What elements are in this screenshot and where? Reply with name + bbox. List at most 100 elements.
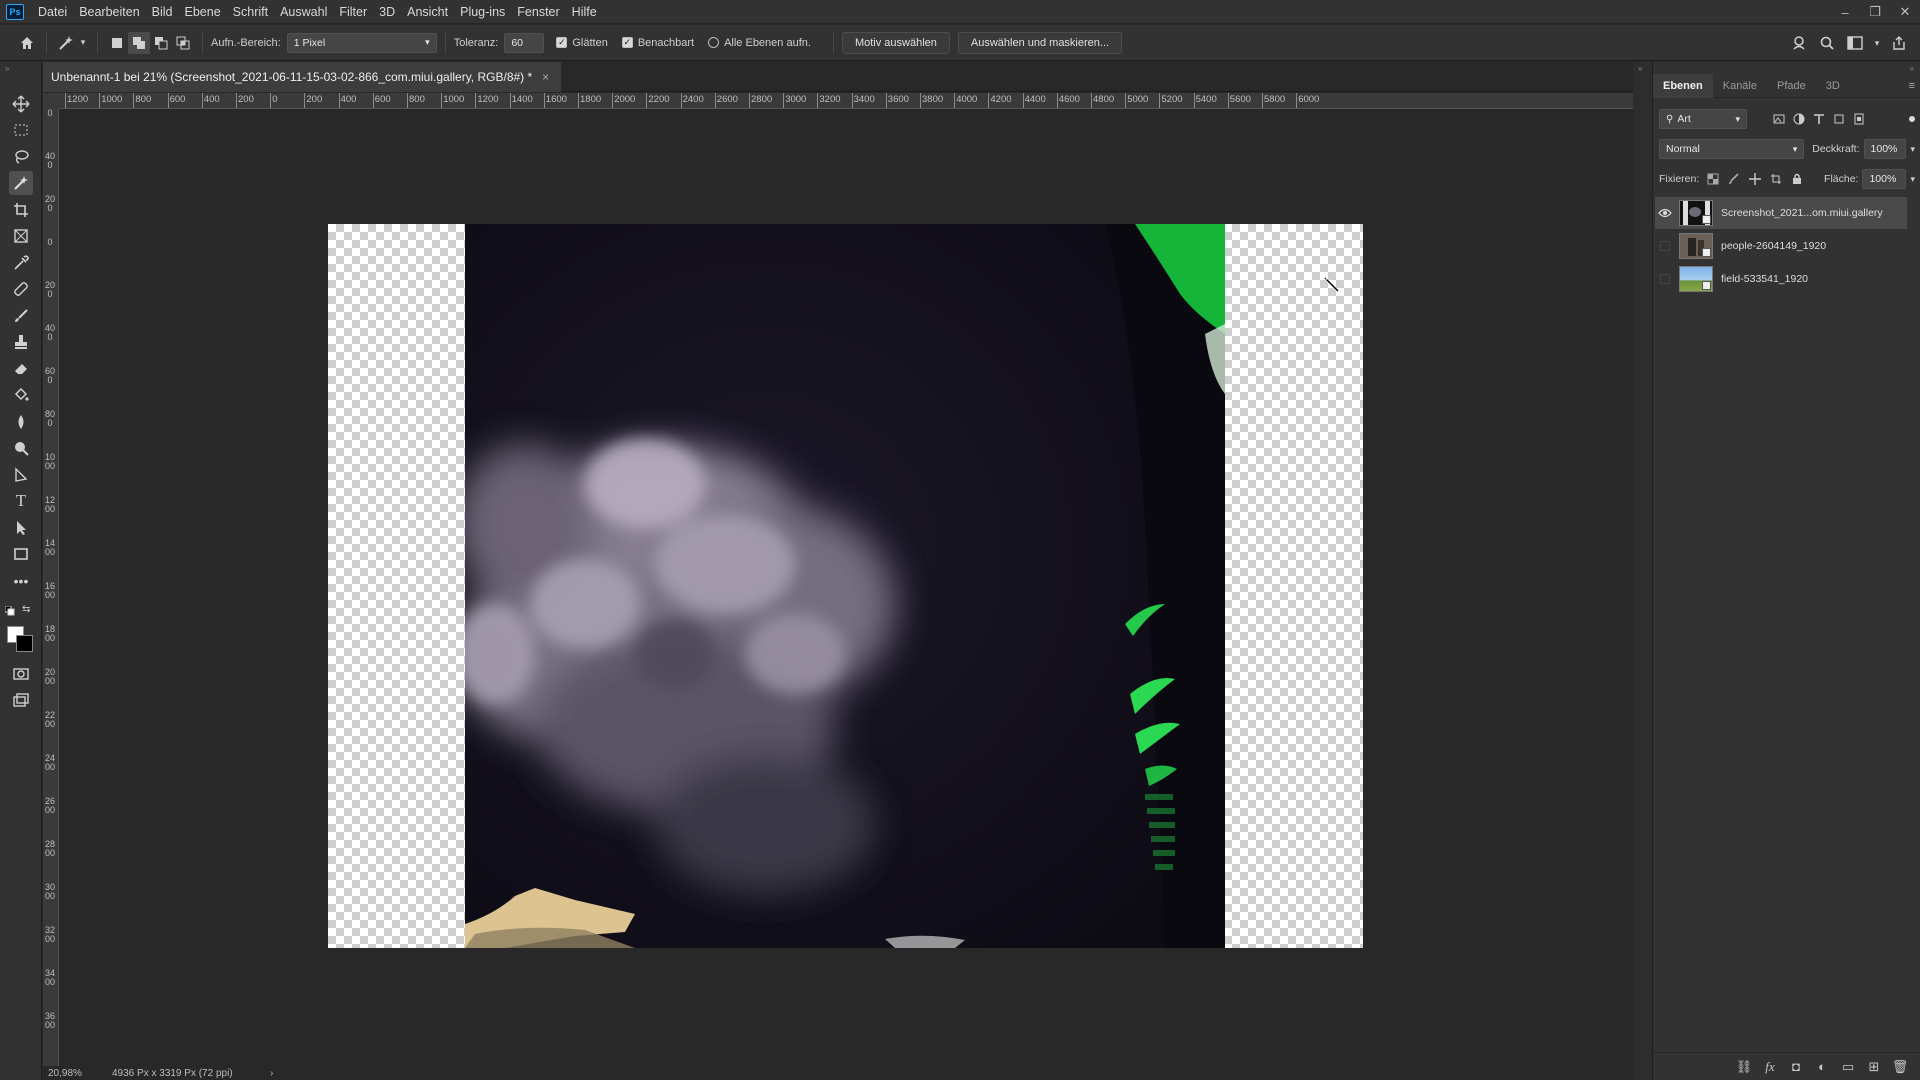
chevron-down-icon[interactable]: ▾ (1872, 32, 1882, 54)
menu-ansicht[interactable]: Ansicht (401, 0, 454, 24)
delete-layer-icon[interactable]: 🗑 (1887, 1059, 1913, 1075)
document-tab[interactable]: Unbenannt-1 bei 21% (Screenshot_2021-06-… (43, 62, 562, 92)
layer-row[interactable]: people-2604149_1920 (1655, 230, 1907, 262)
menu-plugins[interactable]: Plug-ins (454, 0, 511, 24)
menu-datei[interactable]: Datei (32, 0, 73, 24)
ruler-origin[interactable] (43, 93, 59, 109)
dodge-tool-icon[interactable] (9, 436, 33, 460)
lasso-tool-icon[interactable] (9, 145, 33, 169)
workspace-icon[interactable] (1844, 32, 1866, 54)
chevron-down-icon[interactable]: ▾ (77, 32, 89, 54)
new-layer-icon[interactable]: ⊞ (1861, 1059, 1887, 1075)
close-tab-icon[interactable]: × (542, 70, 549, 84)
adjustment-layer-icon[interactable]: ◐ (1809, 1059, 1835, 1074)
move-tool-icon[interactable] (9, 92, 33, 116)
pen-tool-icon[interactable] (9, 463, 33, 487)
restore-button[interactable]: ❐ (1860, 0, 1890, 24)
blur-tool-icon[interactable] (9, 410, 33, 434)
filter-type-icon[interactable] (1813, 113, 1825, 125)
select-and-mask-button[interactable]: Auswählen und maskieren... (957, 31, 1123, 54)
paint-bucket-tool-icon[interactable] (9, 383, 33, 407)
horizontal-ruler[interactable]: 1200 1000 800 600 400 200 0 200 400 600 800 1000 120… (59, 93, 1633, 109)
menu-bild[interactable]: Bild (146, 0, 179, 24)
hidden-eye-icon[interactable] (1655, 263, 1675, 295)
magic-wand-tool-icon[interactable] (9, 171, 33, 195)
sample-all-layers-checkbox[interactable]: Alle Ebenen aufn. (708, 37, 811, 49)
menu-bearbeiten[interactable]: Bearbeiten (73, 0, 145, 24)
path-selection-tool-icon[interactable] (9, 516, 33, 540)
eyedropper-tool-icon[interactable] (9, 251, 33, 275)
layer-row[interactable]: field-533541_1920 (1655, 263, 1907, 295)
vertical-ruler[interactable]: 0 400 200 0 200 400 600 800 1000 1200 1400 1600 1800… (43, 109, 59, 1066)
lock-transparent-pixels-icon[interactable] (1707, 173, 1719, 185)
marquee-tool-icon[interactable] (9, 118, 33, 142)
crop-tool-icon[interactable] (9, 198, 33, 222)
filter-pixel-icon[interactable] (1773, 113, 1785, 125)
tab-ebenen[interactable]: Ebenen (1653, 73, 1713, 98)
layer-filter-select[interactable]: ⚲ Art ▾ (1659, 109, 1747, 129)
home-icon[interactable] (16, 32, 38, 54)
fill-input[interactable]: 100% (1862, 169, 1907, 189)
menu-hilfe[interactable]: Hilfe (566, 0, 603, 24)
panel-menu-icon[interactable]: ≡ (1909, 80, 1915, 92)
quick-mask-icon[interactable] (9, 662, 33, 686)
chevron-down-icon[interactable]: ▾ (1910, 174, 1915, 185)
menu-ebene[interactable]: Ebene (179, 0, 227, 24)
tolerance-input[interactable]: 60 (504, 32, 545, 53)
chevron-down-icon[interactable]: ▾ (1910, 144, 1915, 155)
share-icon[interactable] (1888, 32, 1910, 54)
sample-size-select[interactable]: 1 Pixel ▾ (286, 32, 437, 53)
cloud-docs-icon[interactable] (1788, 32, 1810, 54)
zoom-level[interactable]: 20,98% (48, 1068, 98, 1079)
rectangle-tool-icon[interactable] (9, 542, 33, 566)
filter-smart-object-icon[interactable] (1853, 113, 1865, 125)
filter-adjustment-icon[interactable] (1793, 113, 1805, 125)
layer-style-icon[interactable]: fx (1757, 1059, 1783, 1075)
canvas-area[interactable] (59, 109, 1633, 1066)
collapse-icon[interactable]: » (5, 64, 9, 73)
menu-3d[interactable]: 3D (373, 0, 401, 24)
default-colors-icon[interactable] (4, 605, 15, 616)
layer-row[interactable]: Screenshot_2021...om.miui.gallery (1655, 197, 1907, 229)
eye-icon[interactable] (1655, 197, 1675, 229)
menu-filter[interactable]: Filter (333, 0, 373, 24)
minimize-button[interactable]: – (1830, 0, 1860, 24)
link-layers-icon[interactable]: ⛓ (1731, 1059, 1757, 1075)
lock-image-pixels-icon[interactable] (1728, 173, 1740, 185)
add-mask-icon[interactable]: ◘ (1783, 1059, 1809, 1074)
new-selection-icon[interactable] (106, 32, 128, 54)
magic-wand-preset-icon[interactable] (55, 32, 77, 54)
filter-toggle-icon[interactable] (1909, 116, 1915, 122)
blend-mode-select[interactable]: Normal ▾ (1659, 139, 1805, 159)
hidden-eye-icon[interactable] (1655, 230, 1675, 262)
clone-stamp-tool-icon[interactable] (9, 330, 33, 354)
swap-colors-icon[interactable]: ⇆ (22, 604, 30, 615)
anti-alias-checkbox[interactable]: ✓ Glätten (556, 37, 608, 49)
new-group-icon[interactable]: ▭ (1835, 1059, 1861, 1075)
eraser-tool-icon[interactable] (9, 357, 33, 381)
lock-artboard-icon[interactable] (1770, 173, 1782, 185)
type-tool-icon[interactable]: T (9, 489, 33, 513)
contiguous-checkbox[interactable]: ✓ Benachbart (621, 37, 694, 49)
select-subject-button[interactable]: Motiv auswählen (841, 31, 950, 54)
opacity-input[interactable]: 100% (1863, 139, 1907, 159)
tab-3d[interactable]: 3D (1816, 74, 1850, 98)
document-canvas[interactable] (328, 224, 1363, 948)
intersect-selection-icon[interactable] (172, 32, 194, 54)
tab-kanaele[interactable]: Kanäle (1713, 74, 1767, 98)
healing-brush-tool-icon[interactable] (9, 277, 33, 301)
close-button[interactable]: ✕ (1890, 0, 1920, 24)
collapse-panel-icon[interactable]: » (1910, 64, 1914, 73)
status-menu-arrow-icon[interactable]: › (270, 1068, 273, 1079)
search-icon[interactable] (1816, 32, 1838, 54)
screen-mode-icon[interactable] (9, 689, 33, 713)
menu-schrift[interactable]: Schrift (227, 0, 274, 24)
lock-all-icon[interactable] (1791, 173, 1803, 185)
add-to-selection-icon[interactable] (128, 31, 150, 54)
menu-auswahl[interactable]: Auswahl (274, 0, 333, 24)
lock-position-icon[interactable] (1749, 173, 1762, 185)
filter-shape-icon[interactable] (1833, 113, 1845, 125)
subtract-from-selection-icon[interactable] (150, 32, 172, 54)
background-color-swatch[interactable] (16, 635, 33, 652)
frame-tool-icon[interactable] (9, 224, 33, 248)
